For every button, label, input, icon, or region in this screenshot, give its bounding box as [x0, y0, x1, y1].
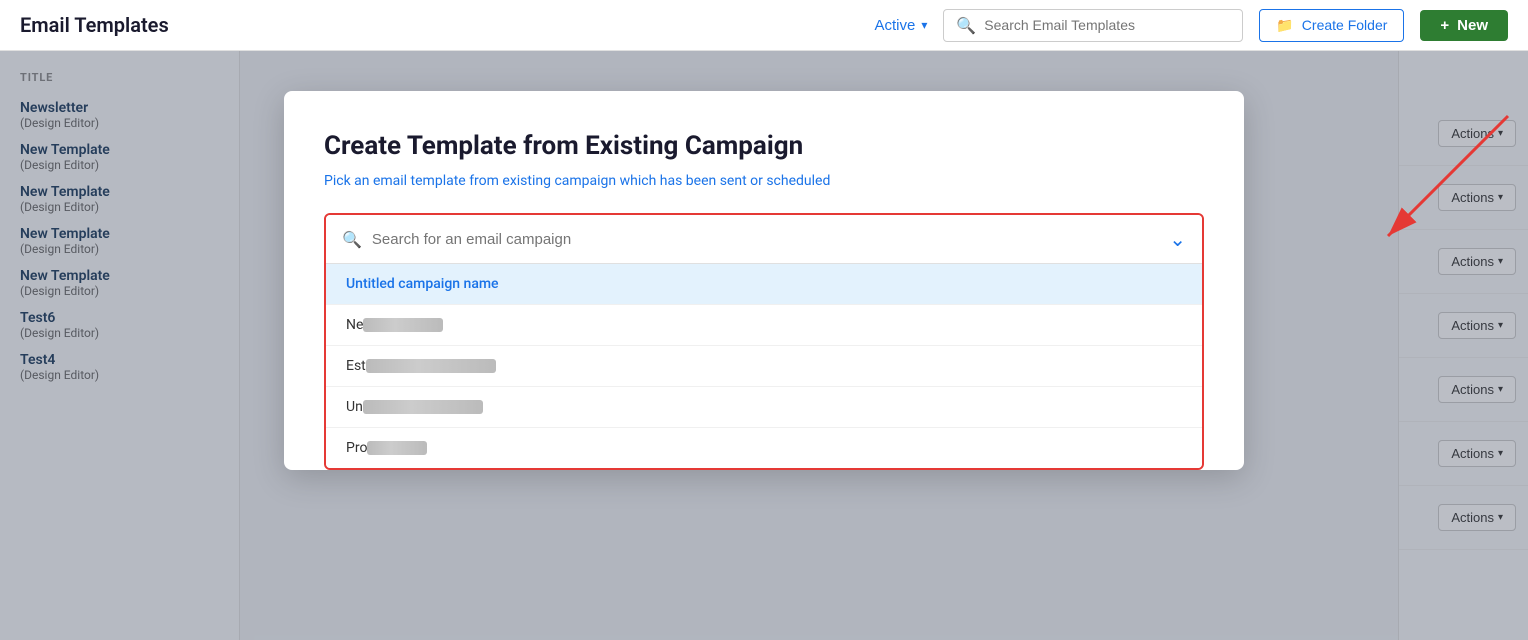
search-input[interactable]	[984, 17, 1230, 33]
campaign-name-prefix: Est	[346, 358, 366, 374]
dropdown-item-selected[interactable]: Untitled campaign name	[326, 264, 1202, 305]
arrow-annotation	[1208, 106, 1528, 306]
dropdown-item[interactable]: Un	[326, 387, 1202, 428]
campaign-dropdown-list: Untitled campaign name Ne Est Un	[326, 264, 1202, 468]
header: Email Templates Active ▾ 🔍 📁 Create Fold…	[0, 0, 1528, 51]
blurred-text	[363, 400, 483, 414]
modal-dialog: Create Template from Existing Campaign P…	[284, 91, 1244, 470]
campaign-name-selected: Untitled campaign name	[346, 276, 499, 292]
campaign-name-prefix: Pro	[346, 440, 367, 456]
search-bar: 🔍	[943, 9, 1243, 42]
create-folder-label: Create Folder	[1302, 17, 1388, 33]
filter-label: Active	[874, 17, 915, 34]
campaign-search-field: 🔍 ⌄	[326, 215, 1202, 264]
modal-title: Create Template from Existing Campaign	[324, 131, 1204, 161]
blurred-text	[366, 359, 496, 373]
new-button[interactable]: + New	[1420, 10, 1508, 41]
campaign-search-input[interactable]	[372, 231, 1159, 248]
search-icon: 🔍	[342, 230, 362, 249]
filter-dropdown[interactable]: Active ▾	[874, 17, 927, 34]
campaign-name-prefix: Un	[346, 399, 363, 415]
filter-chevron-icon: ▾	[921, 18, 927, 32]
campaign-search-container: 🔍 ⌄ Untitled campaign name Ne	[324, 213, 1204, 470]
blurred-text	[367, 441, 427, 455]
search-icon: 🔍	[956, 16, 976, 35]
chevron-down-icon[interactable]: ⌄	[1169, 227, 1186, 251]
dropdown-item[interactable]: Est	[326, 346, 1202, 387]
modal-subtitle: Pick an email template from existing cam…	[324, 173, 1204, 189]
folder-icon: 📁	[1276, 17, 1293, 34]
page-title: Email Templates	[20, 13, 169, 37]
campaign-name-prefix: Ne	[346, 317, 363, 333]
create-folder-button[interactable]: 📁 Create Folder	[1259, 9, 1404, 42]
blurred-text	[363, 318, 443, 332]
plus-icon: +	[1440, 17, 1449, 34]
new-button-label: New	[1457, 17, 1488, 34]
main-area: TITLE Newsletter (Design Editor) New Tem…	[0, 51, 1528, 640]
modal-backdrop[interactable]: Create Template from Existing Campaign P…	[0, 51, 1528, 640]
dropdown-item[interactable]: Ne	[326, 305, 1202, 346]
dropdown-item[interactable]: Pro	[326, 428, 1202, 468]
